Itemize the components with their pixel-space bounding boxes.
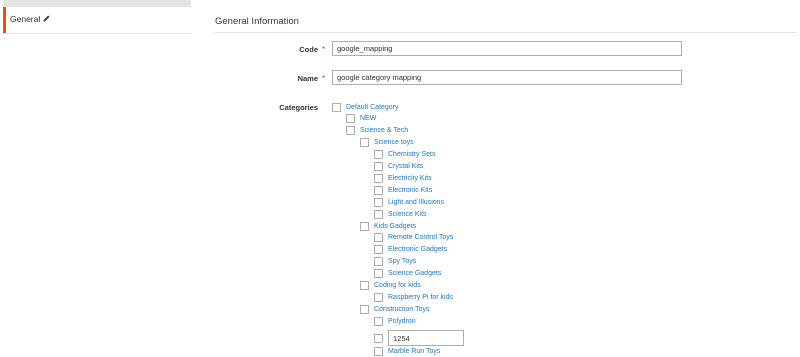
category-label[interactable]: Raspberry Pi for kids: [388, 294, 453, 301]
category-checkbox[interactable]: [374, 173, 383, 183]
category-node: Science toys: [360, 137, 414, 149]
category-node: Science Kits: [374, 208, 427, 220]
code-required-mark: *: [322, 45, 326, 54]
category-node: Default Category: [332, 101, 399, 113]
category-label[interactable]: Chemistry Sets: [388, 151, 435, 158]
category-node: Remote Control Toys: [374, 232, 453, 244]
category-node: Electronic Kits: [374, 184, 432, 196]
category-label[interactable]: Remote Control Toys: [388, 234, 453, 241]
category-checkbox[interactable]: [346, 126, 355, 136]
pencil-icon[interactable]: [42, 14, 51, 23]
category-node: Chemistry Sets: [374, 149, 435, 161]
category-checkbox[interactable]: [374, 333, 383, 343]
category-checkbox[interactable]: [346, 114, 355, 124]
code-label: Code: [299, 45, 318, 54]
section-divider: [215, 32, 797, 33]
category-label[interactable]: Science & Tech: [360, 127, 408, 134]
category-label[interactable]: Electronic Kits: [388, 187, 432, 194]
category-node: Construction Toys: [360, 303, 430, 315]
name-label: Name: [297, 74, 318, 83]
category-label[interactable]: Light and Illusions: [388, 199, 444, 206]
category-checkbox[interactable]: [374, 197, 383, 207]
category-label[interactable]: Science Gadgets: [388, 270, 441, 277]
category-checkbox[interactable]: [374, 150, 383, 160]
category-node: Crystal Kits: [374, 161, 423, 173]
name-required-mark: *: [322, 74, 326, 83]
category-label[interactable]: Coding for kids: [374, 282, 421, 289]
category-inline-input[interactable]: [388, 330, 464, 347]
category-checkbox[interactable]: [360, 138, 369, 148]
category-checkbox[interactable]: [332, 102, 341, 112]
category-checkbox[interactable]: [360, 304, 369, 314]
category-checkbox[interactable]: [374, 209, 383, 219]
category-node: Kids Gadgets: [360, 220, 416, 232]
category-label[interactable]: Science toys: [374, 139, 414, 146]
category-checkbox[interactable]: [374, 245, 383, 255]
category-node: Raspberry Pi for kids: [374, 291, 453, 303]
category-checkbox[interactable]: [374, 292, 383, 302]
category-node: Light and Illusions: [374, 196, 444, 208]
category-checkbox[interactable]: [374, 233, 383, 243]
tab-active-indicator: [3, 7, 6, 33]
categories-label: Categories: [279, 103, 318, 112]
category-node: Electronic Gadgets: [374, 244, 447, 256]
category-node: Spy Toys: [374, 256, 416, 268]
category-node: Electricity Kits: [374, 172, 432, 184]
category-label[interactable]: Electronic Gadgets: [388, 246, 447, 253]
category-node: Polydron: [374, 315, 416, 327]
category-node: Science Gadgets: [374, 268, 441, 280]
category-node: [374, 330, 464, 347]
category-node: Coding for kids: [360, 280, 421, 292]
category-checkbox[interactable]: [360, 221, 369, 231]
category-label[interactable]: NEW: [360, 115, 376, 122]
section-title: General Information: [215, 16, 299, 27]
category-checkbox[interactable]: [374, 185, 383, 195]
code-input[interactable]: [332, 41, 682, 56]
tab-general-label[interactable]: General: [10, 14, 40, 24]
category-label[interactable]: Marble Run Toys: [388, 348, 440, 355]
category-label[interactable]: Crystal Kits: [388, 163, 423, 170]
category-label[interactable]: Science Kits: [388, 211, 427, 218]
category-node: NEW: [346, 113, 376, 125]
category-checkbox[interactable]: [374, 162, 383, 171]
category-label[interactable]: Kids Gadgets: [374, 223, 416, 230]
category-node: Science & Tech: [346, 125, 408, 137]
category-label[interactable]: Construction Toys: [374, 306, 430, 313]
category-checkbox[interactable]: [374, 257, 383, 267]
category-checkbox[interactable]: [360, 281, 369, 290]
category-label[interactable]: Default Category: [346, 104, 399, 111]
category-label[interactable]: Polydron: [388, 318, 416, 325]
category-label[interactable]: Spy Toys: [388, 258, 416, 265]
category-checkbox[interactable]: [374, 316, 383, 326]
name-input[interactable]: [332, 70, 682, 85]
category-label[interactable]: Electricity Kits: [388, 175, 432, 182]
category-checkbox[interactable]: [374, 346, 383, 356]
category-node: Marble Run Toys: [374, 345, 440, 357]
category-checkbox[interactable]: [374, 269, 383, 279]
